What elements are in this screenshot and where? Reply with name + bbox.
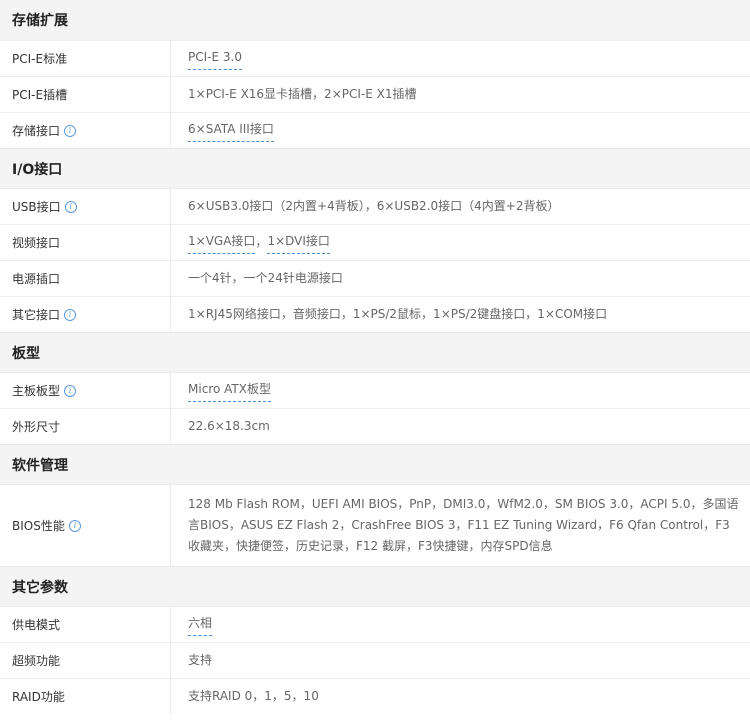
storage-ports-link[interactable]: 6×SATA III接口 bbox=[188, 119, 274, 142]
spec-value: 6×USB3.0接口（2内置+4背板），6×USB2.0接口（4内置+2背板） bbox=[171, 189, 750, 224]
spec-label-text: 视频接口 bbox=[12, 236, 61, 250]
spec-row-pcie-slots: PCI-E插槽 1×PCI-E X16显卡插槽，2×PCI-E X1插槽 bbox=[0, 76, 750, 112]
spec-row-form-factor: 主板板型 i Micro ATX板型 bbox=[0, 372, 750, 408]
spec-label-text: 外形尺寸 bbox=[12, 420, 61, 434]
spec-value: 1×VGA接口， 1×DVI接口 bbox=[171, 225, 750, 260]
spec-value: 6×SATA III接口 bbox=[171, 113, 750, 148]
spec-label-text: 存储接口 bbox=[12, 124, 61, 138]
spec-label: 超频功能 bbox=[0, 643, 171, 678]
spec-value-text: 支持RAID 0，1，5，10 bbox=[188, 689, 319, 703]
spec-value: 1×PCI-E X16显卡插槽，2×PCI-E X1插槽 bbox=[171, 77, 750, 112]
spec-label: RAID功能 bbox=[0, 679, 171, 714]
spec-value: 1×RJ45网络接口，音频接口，1×PS/2鼠标，1×PS/2键盘接口，1×CO… bbox=[171, 297, 750, 332]
section-header-other: 其它参数 bbox=[0, 566, 750, 606]
spec-label: 供电模式 bbox=[0, 607, 171, 642]
spec-row-video: 视频接口 1×VGA接口， 1×DVI接口 bbox=[0, 224, 750, 260]
separator: ， bbox=[255, 235, 268, 249]
pcie-standard-link[interactable]: PCI-E 3.0 bbox=[188, 47, 242, 70]
spec-label-text: RAID功能 bbox=[12, 690, 65, 704]
info-icon[interactable]: i bbox=[64, 124, 77, 137]
spec-label: PCI-E插槽 bbox=[0, 77, 171, 112]
spec-value-text: 1×PCI-E X16显卡插槽，2×PCI-E X1插槽 bbox=[188, 87, 417, 101]
spec-row-raid: RAID功能 支持RAID 0，1，5，10 bbox=[0, 678, 750, 714]
spec-label-text: 电源插口 bbox=[12, 272, 61, 286]
form-factor-link[interactable]: Micro ATX板型 bbox=[188, 379, 271, 402]
spec-row-power: 电源插口 一个4针，一个24针电源接口 bbox=[0, 260, 750, 296]
spec-label: 主板板型 i bbox=[0, 373, 171, 408]
spec-value-text: 支持 bbox=[188, 653, 213, 667]
spec-value-text: 1×RJ45网络接口，音频接口，1×PS/2鼠标，1×PS/2键盘接口，1×CO… bbox=[188, 307, 608, 321]
info-icon[interactable]: i bbox=[64, 308, 77, 321]
spec-value: 22.6×18.3cm bbox=[171, 409, 750, 444]
spec-value-text: 一个4针，一个24针电源接口 bbox=[188, 271, 343, 285]
spec-label-text: PCI-E标准 bbox=[12, 52, 68, 66]
spec-row-overclock: 超频功能 支持 bbox=[0, 642, 750, 678]
spec-row-other-ports: 其它接口 i 1×RJ45网络接口，音频接口，1×PS/2鼠标，1×PS/2键盘接… bbox=[0, 296, 750, 332]
spec-value: Micro ATX板型 bbox=[171, 373, 750, 408]
spec-value-text: 128 Mb Flash ROM，UEFI AMI BIOS，PnP，DMI3.… bbox=[188, 497, 739, 553]
spec-value: 一个4针，一个24针电源接口 bbox=[171, 261, 750, 296]
spec-label-text: USB接口 bbox=[12, 200, 61, 214]
spec-label-text: 超频功能 bbox=[12, 654, 61, 668]
section-header-io: I/O接口 bbox=[0, 148, 750, 188]
spec-label: 存储接口 i bbox=[0, 113, 171, 148]
spec-label: 外形尺寸 bbox=[0, 409, 171, 444]
spec-value: 128 Mb Flash ROM，UEFI AMI BIOS，PnP，DMI3.… bbox=[171, 485, 750, 566]
spec-label: PCI-E标准 bbox=[0, 41, 171, 76]
dvi-link[interactable]: 1×DVI接口 bbox=[267, 231, 330, 254]
spec-row-bios: BIOS性能 i 128 Mb Flash ROM，UEFI AMI BIOS，P… bbox=[0, 484, 750, 566]
spec-label: 视频接口 bbox=[0, 225, 171, 260]
section-header-software: 软件管理 bbox=[0, 444, 750, 484]
spec-row-pcie-standard: PCI-E标准 PCI-E 3.0 bbox=[0, 40, 750, 76]
spec-table: 存储扩展 PCI-E标准 PCI-E 3.0 PCI-E插槽 1×PCI-E X… bbox=[0, 0, 750, 714]
info-icon[interactable]: i bbox=[68, 519, 81, 532]
spec-row-power-phase: 供电模式 六相 bbox=[0, 606, 750, 642]
vga-link[interactable]: 1×VGA接口 bbox=[188, 231, 256, 254]
spec-label: BIOS性能 i bbox=[0, 485, 171, 566]
spec-label: 电源插口 bbox=[0, 261, 171, 296]
section-header-board: 板型 bbox=[0, 332, 750, 372]
spec-label-text: 供电模式 bbox=[12, 618, 61, 632]
section-header-storage: 存储扩展 bbox=[0, 0, 750, 40]
spec-row-storage-ports: 存储接口 i 6×SATA III接口 bbox=[0, 112, 750, 148]
power-phase-link[interactable]: 六相 bbox=[188, 613, 213, 636]
info-icon[interactable]: i bbox=[64, 384, 77, 397]
spec-value-text: 6×USB3.0接口（2内置+4背板），6×USB2.0接口（4内置+2背板） bbox=[188, 199, 560, 213]
spec-label: USB接口 i bbox=[0, 189, 171, 224]
spec-label-text: 主板板型 bbox=[12, 384, 61, 398]
spec-value: 支持 bbox=[171, 643, 750, 678]
spec-label: 其它接口 i bbox=[0, 297, 171, 332]
spec-label-text: BIOS性能 bbox=[12, 519, 65, 533]
spec-value-text: 22.6×18.3cm bbox=[188, 419, 270, 433]
spec-row-usb: USB接口 i 6×USB3.0接口（2内置+4背板），6×USB2.0接口（4内… bbox=[0, 188, 750, 224]
spec-value: 支持RAID 0，1，5，10 bbox=[171, 679, 750, 714]
spec-label-text: 其它接口 bbox=[12, 308, 61, 322]
spec-value: PCI-E 3.0 bbox=[171, 41, 750, 76]
spec-label-text: PCI-E插槽 bbox=[12, 88, 68, 102]
spec-value: 六相 bbox=[171, 607, 750, 642]
spec-row-dimensions: 外形尺寸 22.6×18.3cm bbox=[0, 408, 750, 444]
info-icon[interactable]: i bbox=[64, 200, 77, 213]
